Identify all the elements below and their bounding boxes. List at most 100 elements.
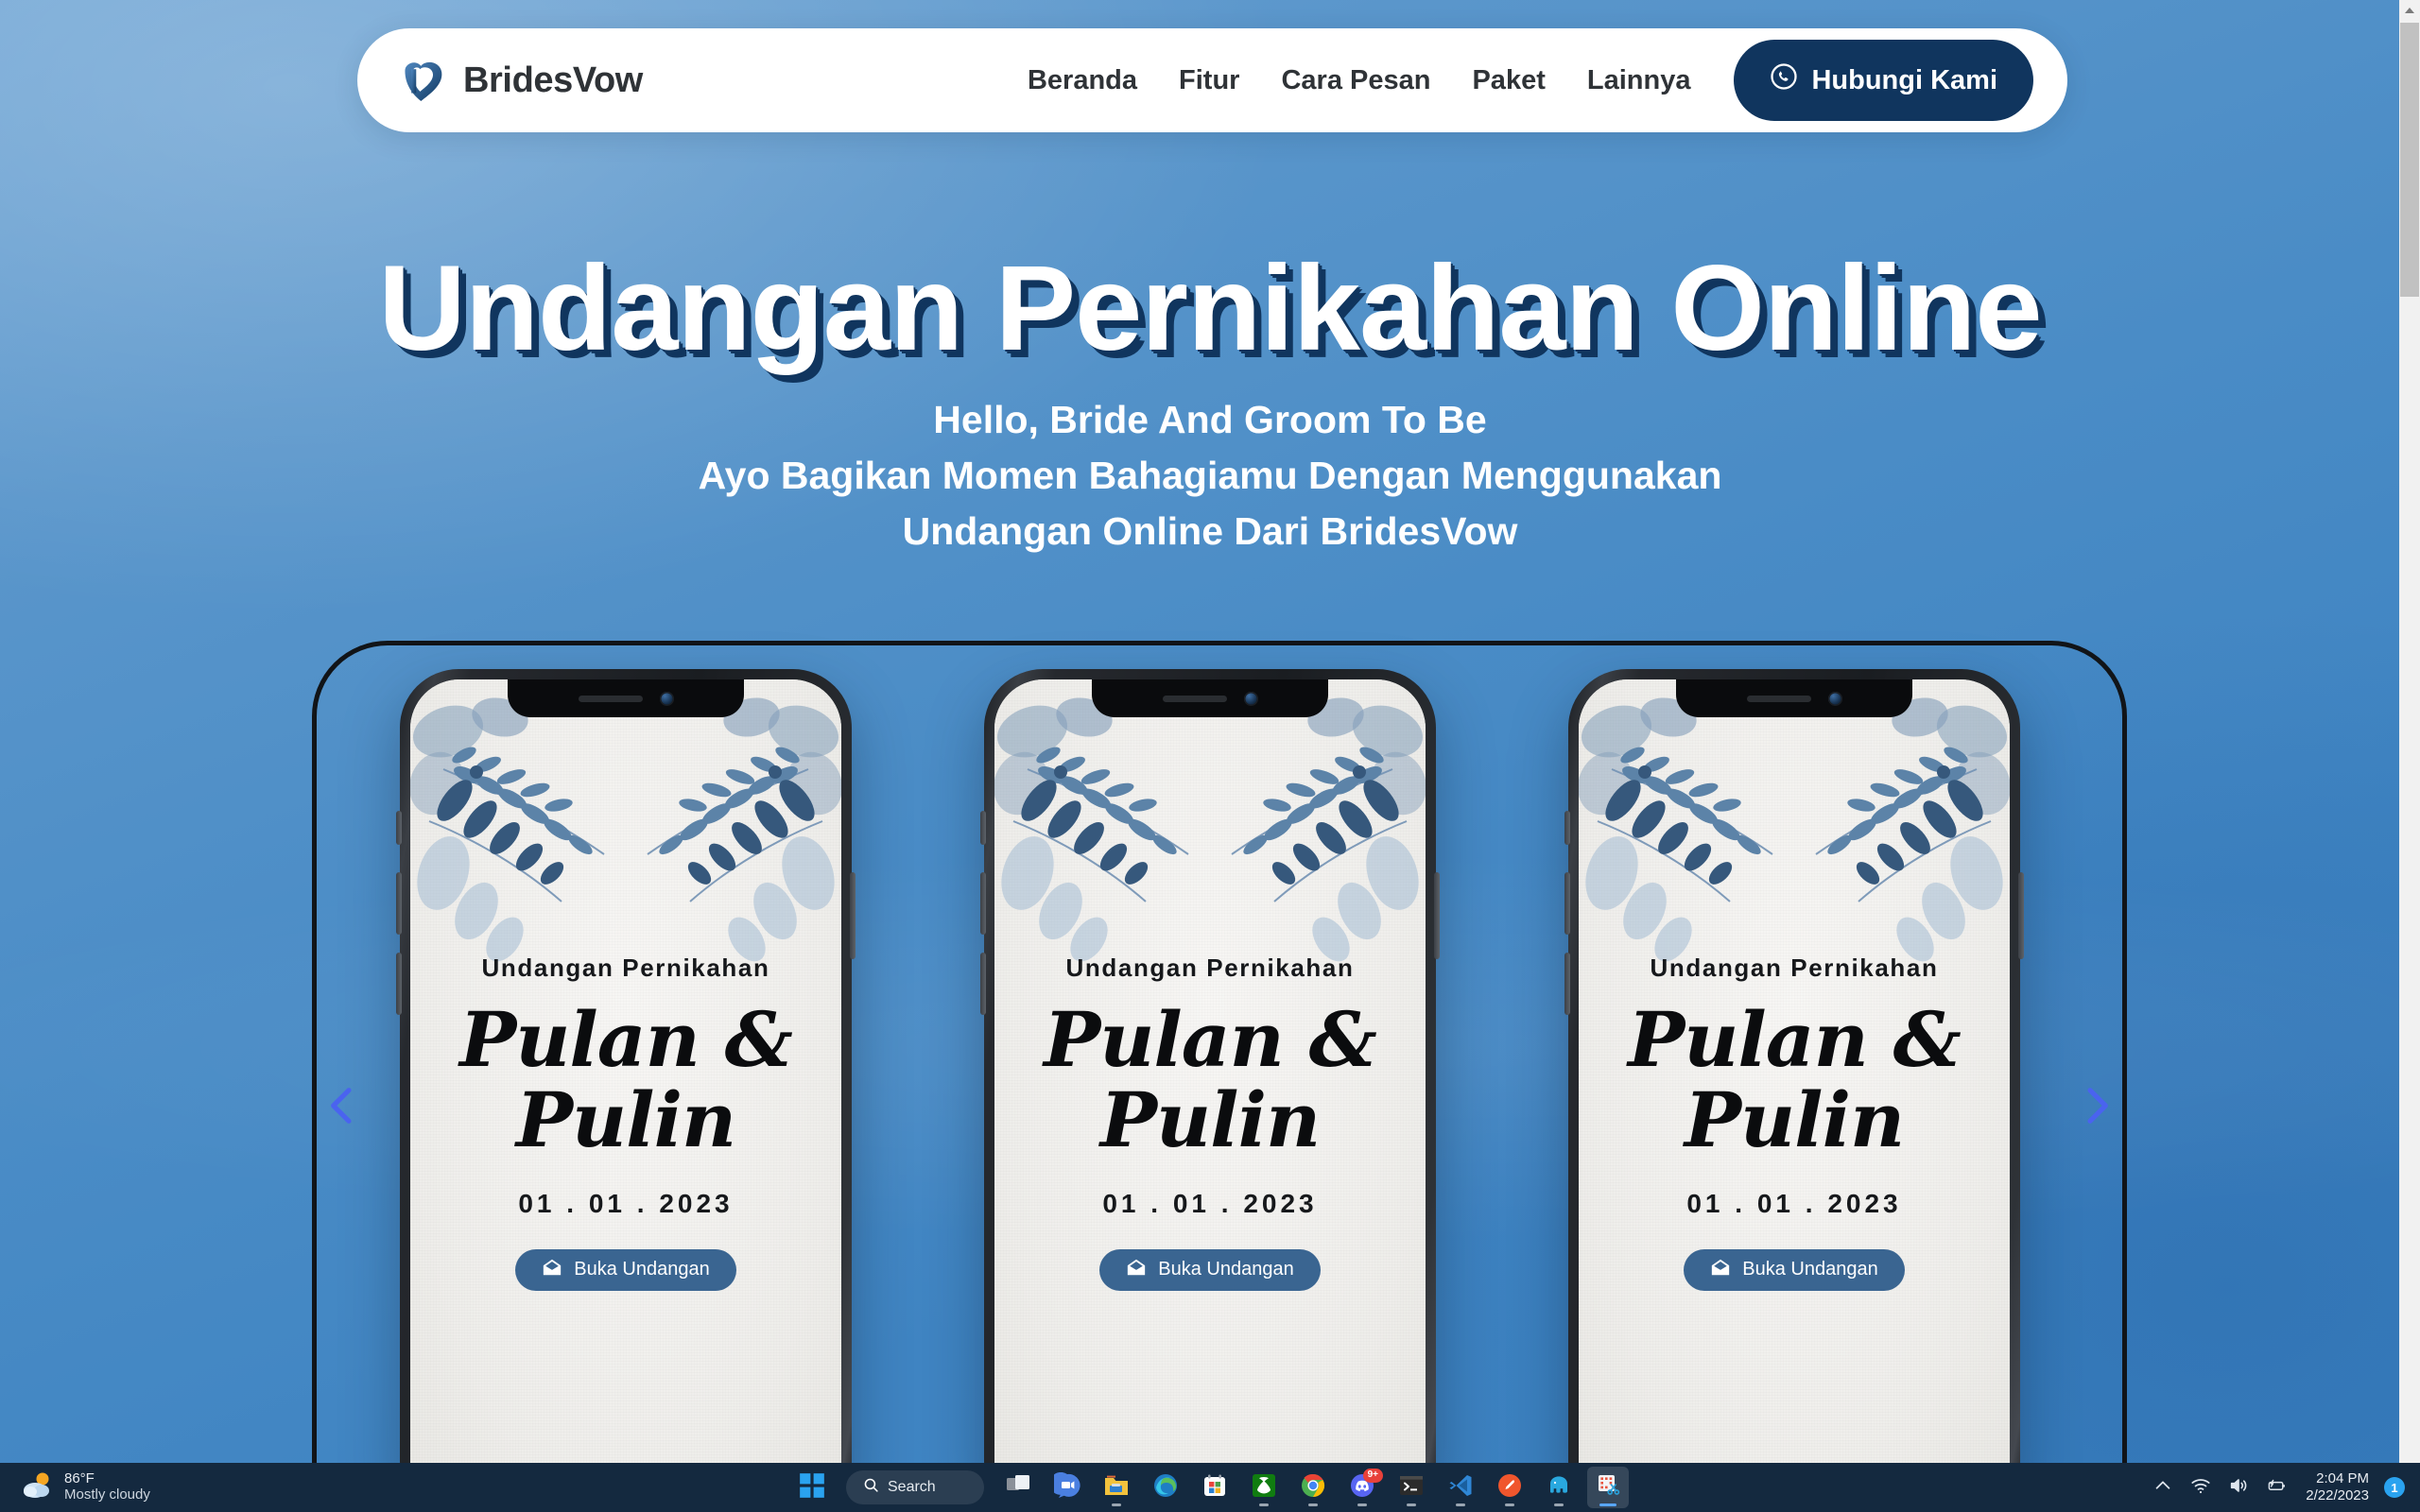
hero-subtitle-line-1: Hello, Bride And Groom To Be (933, 397, 1487, 441)
carousel-prev-button[interactable] (312, 1077, 372, 1138)
taskbar-running-indicator (1554, 1503, 1564, 1506)
card-couple-names: Pulan & Pulin (1044, 1000, 1377, 1164)
clock-time: 2:04 PM (2316, 1470, 2369, 1487)
taskbar-center-group: Search 9+ (791, 1463, 1629, 1512)
taskbar-discord-button[interactable]: 9+ (1341, 1467, 1383, 1508)
xbox-icon (1251, 1472, 1277, 1503)
weather-condition: Mostly cloudy (64, 1486, 150, 1503)
nav-link-beranda[interactable]: Beranda (1028, 65, 1137, 96)
taskbar-clock[interactable]: 2:04 PM 2/22/2023 (2306, 1470, 2369, 1503)
hero-section: Undangan Pernikahan Online Hello, Bride … (0, 247, 2420, 560)
card-kicker: Undangan Pernikahan (481, 954, 770, 982)
front-camera-icon (659, 691, 674, 706)
phone-screen: Undangan Pernikahan Pulan & Pulin 01 . 0… (410, 679, 841, 1463)
front-camera-icon (1827, 691, 1842, 706)
taskbar-chat-button[interactable] (1046, 1467, 1088, 1508)
terminal-icon (1398, 1472, 1425, 1503)
hero-subtitle-line-3: Undangan Online Dari BridesVow (902, 509, 1518, 554)
taskbar-postman-button[interactable] (1489, 1467, 1530, 1508)
card-name-line-1: Pulan & (1628, 995, 1962, 1084)
card-name-line-1: Pulan & (459, 995, 793, 1084)
taskbar-running-indicator (1308, 1503, 1318, 1506)
speaker-grille-icon (578, 695, 643, 702)
chrome-icon (1300, 1472, 1326, 1503)
nav-link-lainnya[interactable]: Lainnya (1587, 65, 1691, 96)
envelope-open-icon (1710, 1257, 1731, 1283)
taskbar-active-indicator (1599, 1503, 1616, 1506)
card-kicker: Undangan Pernikahan (1065, 954, 1355, 982)
tray-volume-button[interactable] (2226, 1475, 2251, 1500)
open-invitation-button[interactable]: Buka Undangan (1684, 1248, 1905, 1291)
card-name-line-2: Pulin (1099, 1074, 1321, 1164)
speaker-grille-icon (1746, 695, 1811, 702)
nav-link-fitur[interactable]: Fitur (1179, 65, 1239, 96)
postman-icon (1496, 1472, 1523, 1503)
tray-overflow-button[interactable] (2151, 1475, 2175, 1500)
invitation-card[interactable]: Undangan Pernikahan Pulan & Pulin 01 . 0… (980, 669, 1440, 1463)
scrollbar-thumb[interactable] (2400, 23, 2419, 297)
chat-video-icon (1049, 1471, 1080, 1503)
site-navbar: BridesVow Beranda Fitur Cara Pesan Paket… (357, 28, 2067, 132)
hero-subtitle: Hello, Bride And Groom To Be Ayo Bagikan… (0, 392, 2420, 560)
taskbar-chrome-button[interactable] (1292, 1467, 1334, 1508)
phone-side-button (980, 811, 986, 845)
scroll-up-arrow-icon[interactable] (2399, 0, 2420, 21)
taskbar-laragon-button[interactable] (1538, 1467, 1580, 1508)
notification-badge[interactable]: 1 (2384, 1477, 2405, 1498)
taskbar-terminal-button[interactable] (1391, 1467, 1432, 1508)
open-invitation-label: Buka Undangan (574, 1259, 710, 1280)
weather-text: 86°F Mostly cloudy (64, 1470, 150, 1503)
card-date: 01 . 01 . 2023 (518, 1188, 734, 1218)
card-content: Undangan Pernikahan Pulan & Pulin 01 . 0… (1579, 679, 2010, 1463)
taskbar-task-view-button[interactable] (997, 1467, 1039, 1508)
chevron-left-icon (316, 1079, 369, 1137)
taskbar-store-button[interactable] (1194, 1467, 1236, 1508)
discord-badge: 9+ (1362, 1469, 1383, 1483)
phone-side-button (396, 811, 402, 845)
phone-notch (508, 679, 744, 717)
taskbar-edge-button[interactable] (1145, 1467, 1186, 1508)
weather-widget[interactable]: 86°F Mostly cloudy (0, 1469, 150, 1507)
taskbar-vscode-button[interactable] (1440, 1467, 1481, 1508)
nav-link-cara-pesan[interactable]: Cara Pesan (1281, 65, 1430, 96)
snipping-tool-icon (1595, 1472, 1621, 1503)
taskbar-file-explorer-button[interactable] (1096, 1467, 1137, 1508)
vscode-icon (1447, 1472, 1474, 1503)
taskbar-running-indicator (1357, 1503, 1367, 1506)
chevron-right-icon (2070, 1079, 2123, 1137)
brand-name: BridesVow (463, 60, 643, 100)
speaker-icon (2228, 1475, 2249, 1501)
card-couple-names: Pulan & Pulin (1628, 995, 1962, 1164)
sun-behind-cloud-icon (21, 1469, 55, 1507)
taskbar-snipping-tool-button[interactable] (1587, 1467, 1629, 1508)
web-page: BridesVow Beranda Fitur Cara Pesan Paket… (0, 0, 2420, 1463)
invitation-card[interactable]: Undangan Pernikahan Pulan & Pulin 01 . 0… (1564, 669, 2024, 1463)
taskbar-running-indicator (1456, 1503, 1465, 1506)
brand-logo-link[interactable]: BridesVow (397, 55, 643, 106)
open-invitation-button[interactable]: Buka Undangan (1099, 1248, 1321, 1291)
phone-screen: Undangan Pernikahan Pulan & Pulin 01 . 0… (1579, 679, 2010, 1463)
taskbar-start-button[interactable] (791, 1467, 833, 1508)
phone-notch (1676, 679, 1912, 717)
nav-links: Beranda Fitur Cara Pesan Paket Lainnya (1028, 65, 1690, 96)
taskbar-xbox-button[interactable] (1243, 1467, 1285, 1508)
invitation-card[interactable]: Undangan Pernikahan Pulan & Pulin 01 . 0… (396, 669, 856, 1463)
contact-us-label: Hubungi Kami (1811, 64, 1997, 95)
screen: BridesVow Beranda Fitur Cara Pesan Paket… (0, 0, 2420, 1512)
taskbar-search-box[interactable]: Search (846, 1470, 984, 1504)
open-invitation-button[interactable]: Buka Undangan (515, 1248, 736, 1291)
taskbar-running-indicator (1505, 1503, 1514, 1506)
carousel-next-button[interactable] (2066, 1077, 2127, 1138)
open-invitation-label: Buka Undangan (1742, 1259, 1878, 1280)
nav-link-paket[interactable]: Paket (1472, 65, 1545, 96)
card-name-line-2: Pulin (1684, 1074, 1905, 1164)
tray-battery-button[interactable] (2264, 1475, 2289, 1500)
contact-us-button[interactable]: Hubungi Kami (1734, 40, 2033, 121)
vertical-scrollbar[interactable] (2399, 0, 2420, 1463)
folder-icon (1103, 1472, 1130, 1503)
store-icon (1201, 1472, 1228, 1503)
tray-wifi-button[interactable] (2188, 1475, 2213, 1500)
card-couple-names: Pulan & Pulin (459, 995, 793, 1164)
card-name-line-2: Pulin (515, 1074, 736, 1164)
weather-temperature: 86°F (64, 1470, 95, 1487)
